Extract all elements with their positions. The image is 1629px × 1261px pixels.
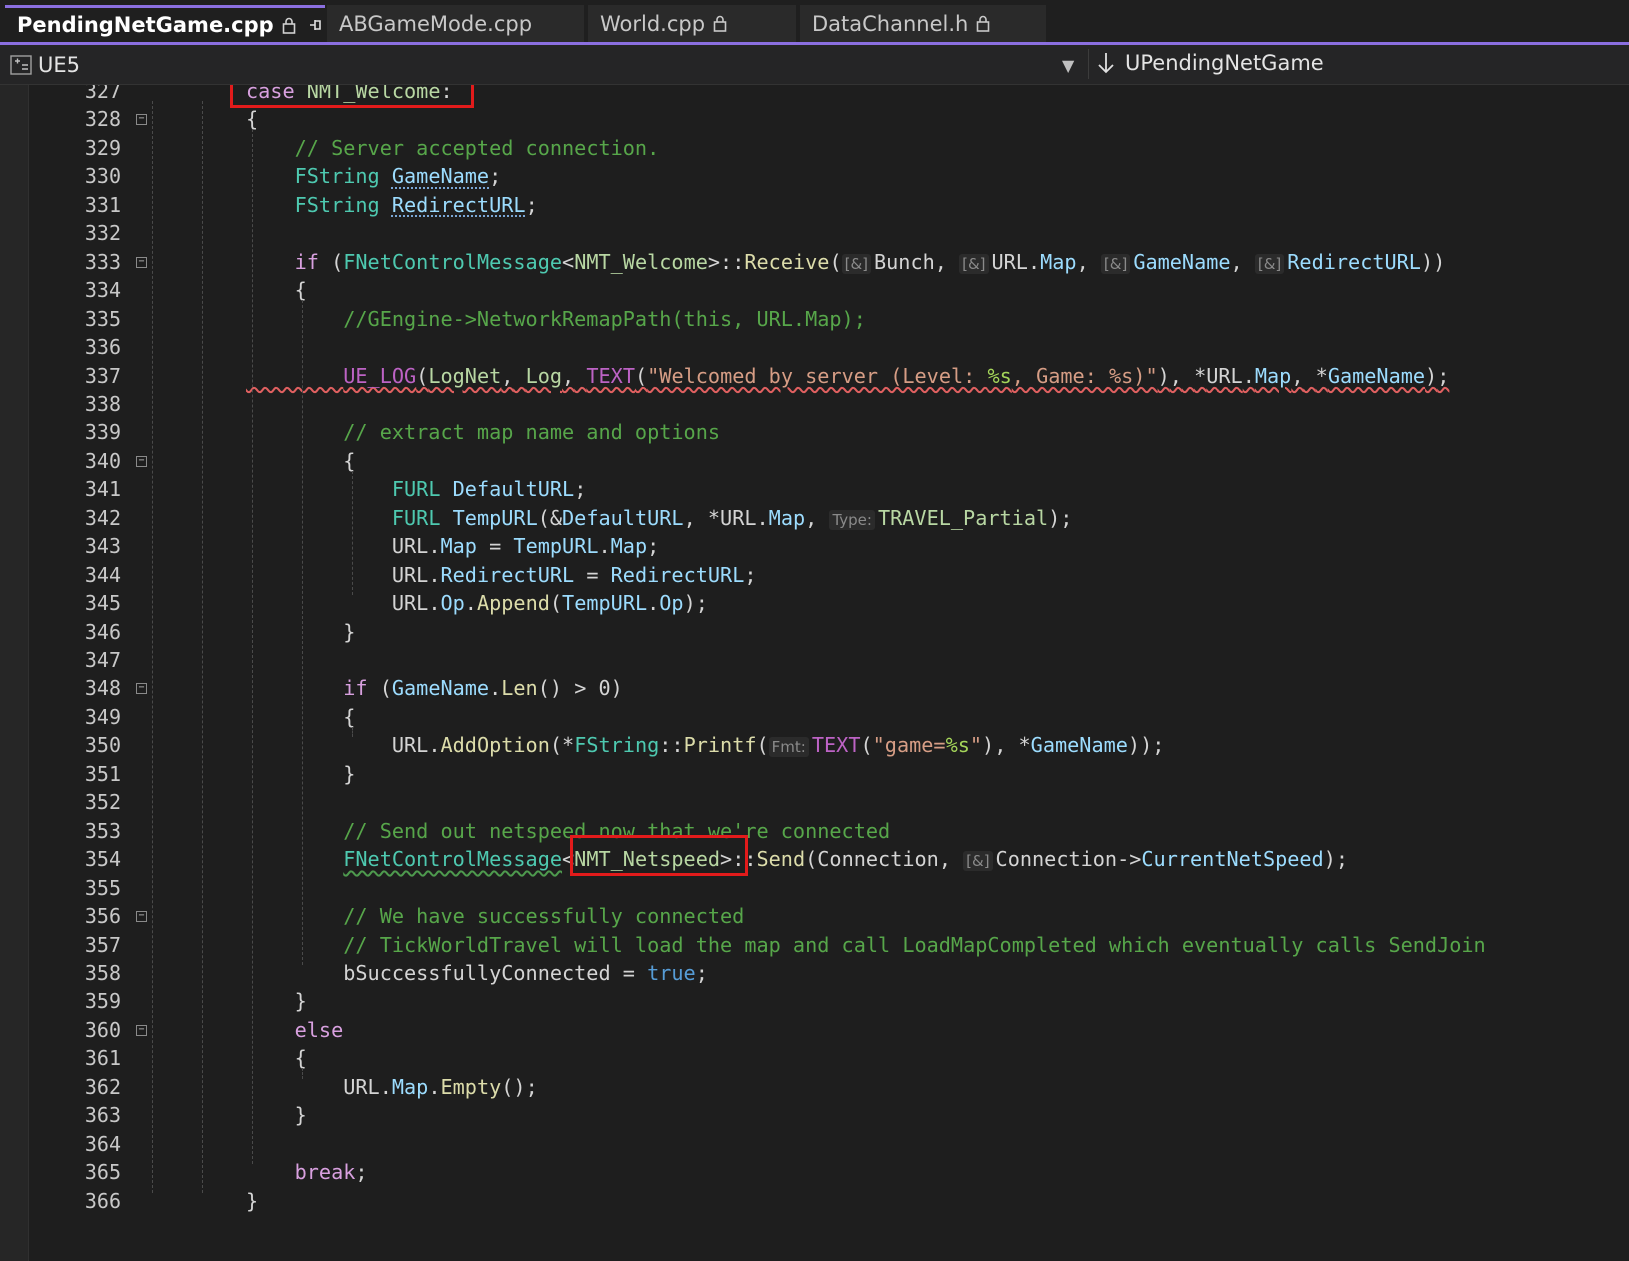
code-editor[interactable]: 327 328−329 330 331 332 333−334 335 336 337 338 33… bbox=[0, 85, 1629, 1261]
lock-icon bbox=[713, 15, 727, 32]
code-line[interactable]: break; bbox=[246, 1158, 368, 1188]
code-line[interactable]: UE_LOG(LogNet, Log, TEXT("Welcomed by se… bbox=[246, 362, 1449, 392]
code-line[interactable]: URL.Op.Append(TempURL.Op); bbox=[246, 589, 708, 619]
code-line[interactable]: } bbox=[246, 760, 355, 790]
code-line[interactable]: FString GameName; bbox=[246, 162, 502, 192]
project-name: UE5 bbox=[38, 53, 80, 77]
code-line[interactable]: if (FNetControlMessage<NMT_Welcome>::Rec… bbox=[246, 248, 1445, 280]
tab-label: PendingNetGame.cpp bbox=[17, 13, 274, 37]
code-line[interactable]: URL.RedirectURL = RedirectURL; bbox=[246, 561, 757, 591]
code-line[interactable]: // TickWorldTravel will load the map and… bbox=[246, 931, 1485, 961]
indent-guide bbox=[302, 300, 303, 965]
navigation-bar: UE5 ▼ UPendingNetGame bbox=[0, 45, 1629, 85]
code-line[interactable]: URL.Map = TempURL.Map; bbox=[246, 532, 659, 562]
indent-guide bbox=[352, 470, 353, 596]
highlight-box-nmt-netspeed bbox=[570, 835, 748, 876]
code-line[interactable]: URL.AddOption(*FString::Printf(Fmt: TEXT(… bbox=[246, 731, 1164, 763]
tab-world-cpp[interactable]: World.cpp bbox=[588, 5, 796, 42]
scope-name: UPendingNetGame bbox=[1125, 51, 1324, 75]
tab-label: World.cpp bbox=[600, 11, 706, 36]
code-line[interactable]: //GEngine->NetworkRemapPath(this, URL.Ma… bbox=[246, 305, 866, 335]
arrow-down-icon bbox=[1097, 52, 1115, 74]
code-line[interactable]: } bbox=[246, 1101, 307, 1131]
code-line[interactable]: // extract map name and options bbox=[246, 418, 720, 448]
project-icon bbox=[10, 55, 32, 75]
code-line[interactable]: // Server accepted connection. bbox=[246, 134, 660, 164]
tab-pendingnetgame-cpp[interactable]: PendingNetGame.cpp bbox=[5, 5, 351, 42]
indent-guide bbox=[352, 726, 353, 738]
indent-guide bbox=[152, 101, 153, 1193]
code-line[interactable]: // Send out netspeed now that we're conn… bbox=[246, 817, 890, 847]
chevron-down-icon[interactable]: ▼ bbox=[1062, 56, 1074, 75]
code-line[interactable]: } bbox=[246, 618, 355, 648]
tab-label: DataChannel.h bbox=[812, 11, 969, 36]
indent-guide bbox=[302, 1068, 303, 1079]
indent-guide bbox=[252, 129, 253, 1165]
lock-icon bbox=[282, 17, 296, 34]
tab-label: ABGameMode.cpp bbox=[339, 11, 533, 36]
code-line[interactable]: bSuccessfullyConnected = true; bbox=[246, 959, 708, 989]
code-line[interactable]: // We have successfully connected bbox=[246, 902, 744, 932]
scope-dropdown[interactable]: UPendingNetGame bbox=[1097, 51, 1324, 75]
code-line[interactable]: FURL DefaultURL; bbox=[246, 475, 586, 505]
code-line[interactable]: else bbox=[246, 1016, 344, 1046]
code-line[interactable]: { bbox=[246, 276, 307, 306]
highlight-box-case-nmt-welcome bbox=[230, 85, 474, 108]
indent-guide bbox=[202, 101, 203, 1193]
lock-icon bbox=[976, 15, 990, 32]
code-area[interactable]: case NMT_Welcome:{ // Server accepted co… bbox=[0, 85, 1629, 1261]
code-line[interactable]: } bbox=[246, 987, 307, 1017]
code-line[interactable]: FURL TempURL(&DefaultURL, *URL.Map, Type… bbox=[246, 504, 1072, 536]
code-line[interactable]: URL.Map.Empty(); bbox=[246, 1073, 538, 1103]
pin-icon[interactable] bbox=[308, 17, 324, 33]
code-line[interactable]: FString RedirectURL; bbox=[246, 191, 538, 221]
code-line[interactable]: } bbox=[246, 1187, 258, 1217]
project-dropdown[interactable]: UE5 bbox=[10, 53, 80, 77]
document-tab-strip: PendingNetGame.cpp ABGameMode.cpp World.… bbox=[0, 0, 1629, 42]
tab-datachannel-h[interactable]: DataChannel.h bbox=[800, 5, 1046, 42]
code-line[interactable]: { bbox=[246, 1044, 307, 1074]
tab-abgamemode-cpp[interactable]: ABGameMode.cpp bbox=[327, 5, 584, 42]
code-line[interactable]: FNetControlMessage<NMT_Netspeed>::Send(C… bbox=[246, 845, 1348, 877]
code-line[interactable]: { bbox=[246, 703, 355, 733]
divider bbox=[1088, 49, 1089, 79]
code-line[interactable]: { bbox=[246, 447, 355, 477]
